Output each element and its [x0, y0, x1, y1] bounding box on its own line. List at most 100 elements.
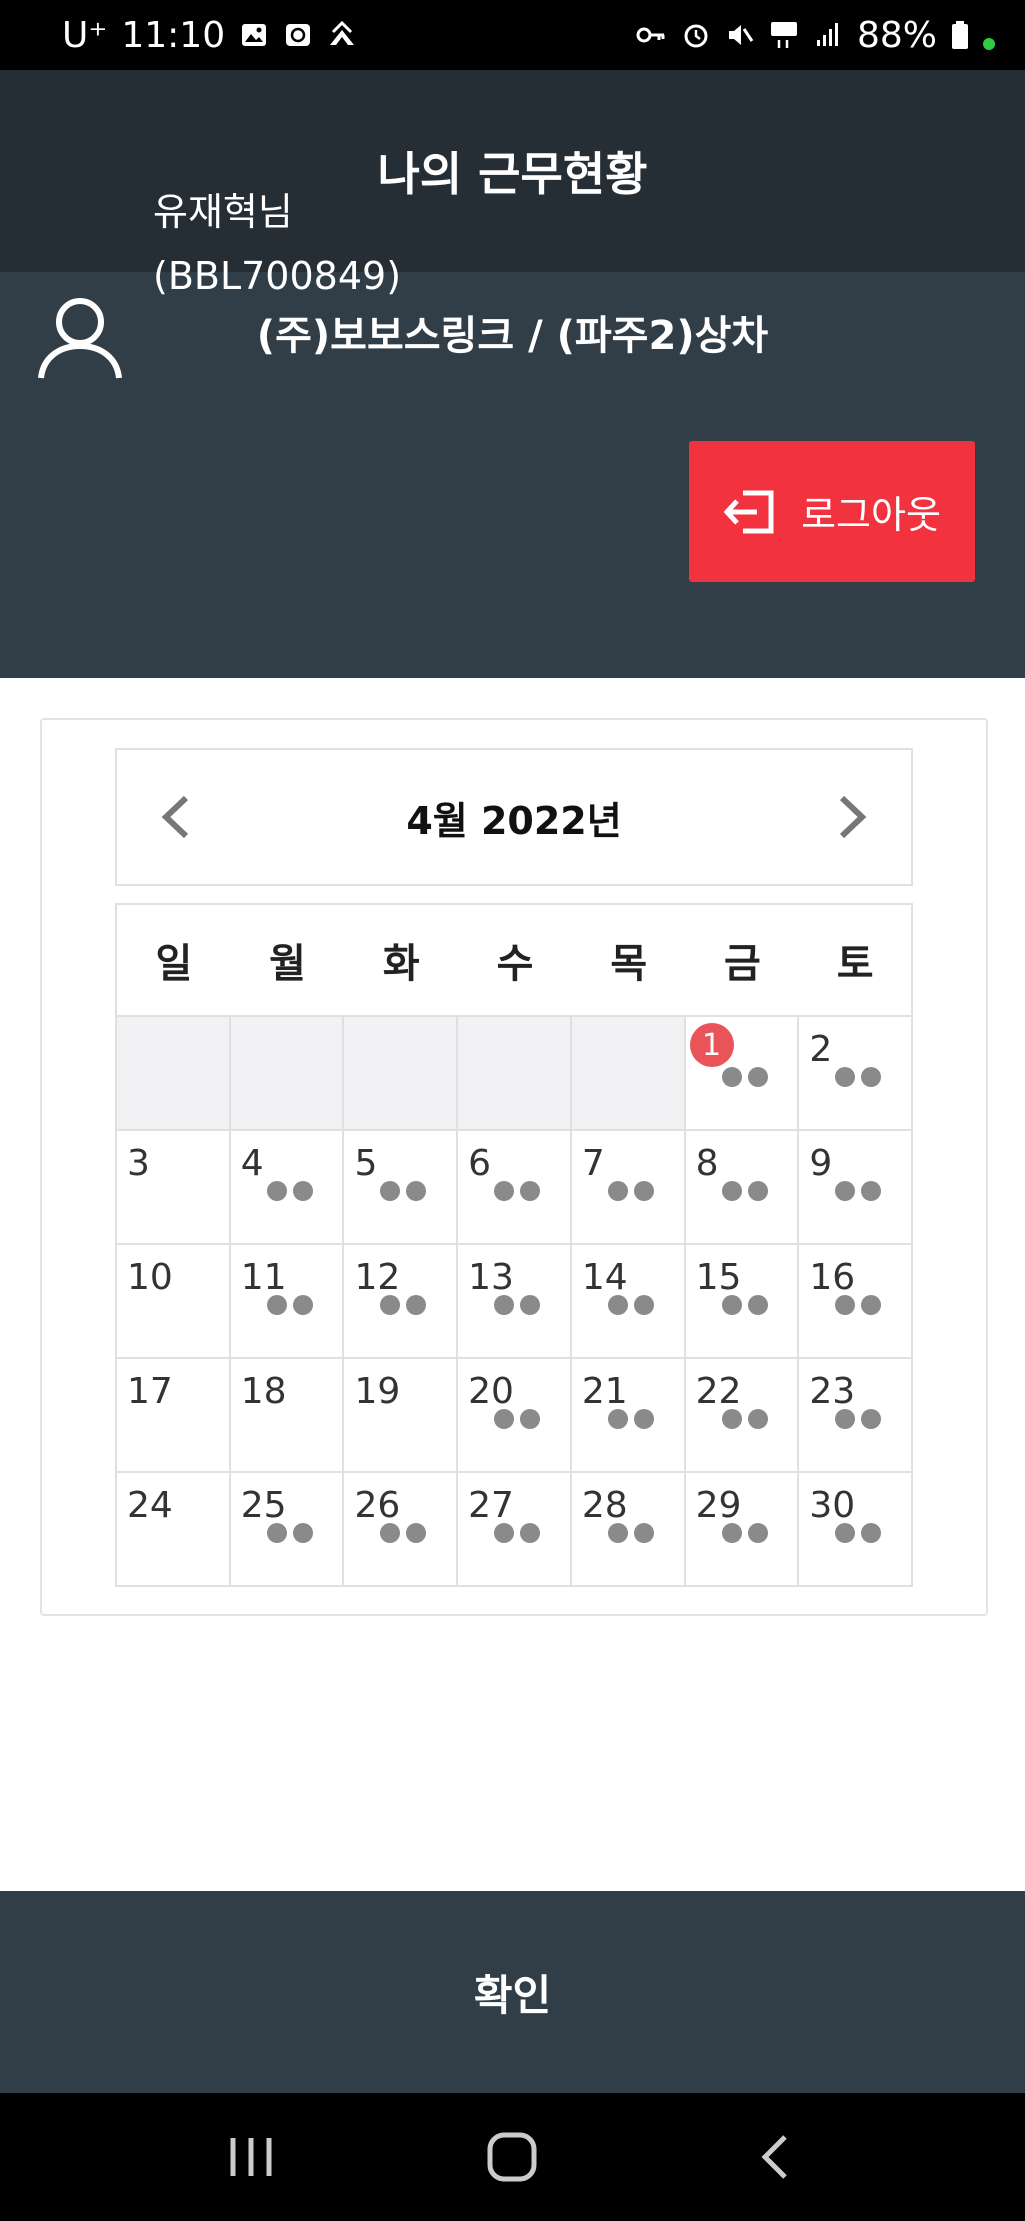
calendar-day[interactable]: 8: [685, 1131, 800, 1245]
attendance-dot: [747, 1295, 768, 1315]
calendar-day[interactable]: 27: [458, 1473, 572, 1587]
day-number: 12: [354, 1257, 401, 1298]
weekday-mon: 월: [269, 941, 306, 987]
attendance-dot: [607, 1181, 628, 1201]
confirm-button[interactable]: 확인: [0, 1891, 1025, 2093]
attendance-dots: [266, 1523, 313, 1543]
calendar-day[interactable]: 4: [230, 1131, 345, 1245]
calendar-day[interactable]: 20: [458, 1359, 572, 1473]
attendance-dot: [292, 1523, 313, 1543]
day-number: 4: [240, 1143, 264, 1184]
user-info: 유재혁님 (BBL700849): [153, 180, 401, 308]
day-number: 20: [468, 1371, 514, 1412]
calendar-day[interactable]: 19: [344, 1359, 459, 1473]
next-month-button[interactable]: [823, 787, 883, 847]
weekday-wed: 수: [496, 941, 534, 987]
attendance-dot: [861, 1181, 882, 1201]
attendance-dots: [494, 1409, 541, 1429]
attendance-dots: [721, 1295, 768, 1315]
attendance-dot: [266, 1523, 287, 1543]
attendance-dot: [747, 1181, 768, 1201]
day-number: 28: [581, 1485, 628, 1526]
attendance-dot: [380, 1523, 401, 1543]
calendar-day[interactable]: 16: [799, 1245, 914, 1359]
carrier-label: U⁺: [62, 14, 108, 56]
calendar-day[interactable]: 18: [230, 1359, 345, 1473]
calendar-day[interactable]: 9: [799, 1131, 914, 1245]
calendar-day[interactable]: 21: [571, 1359, 686, 1473]
calendar-day[interactable]: 6: [458, 1131, 572, 1245]
home-icon: [487, 2132, 537, 2182]
back-button[interactable]: [734, 2117, 814, 2197]
attendance-dot: [861, 1523, 882, 1543]
attendance-dots: [380, 1295, 427, 1315]
attendance-dot: [406, 1295, 427, 1315]
attendance-dots: [494, 1523, 541, 1543]
calendar-empty-cell: [230, 1017, 345, 1131]
prev-month-button[interactable]: [145, 787, 205, 847]
attendance-dot: [835, 1409, 856, 1429]
attendance-dot: [633, 1181, 654, 1201]
attendance-dot: [721, 1067, 742, 1087]
attendance-dot: [380, 1295, 401, 1315]
calendar-day[interactable]: 22: [685, 1359, 800, 1473]
privacy-indicator: [983, 38, 995, 50]
logout-label: 로그아웃: [801, 493, 941, 537]
calendar-day[interactable]: 14: [571, 1245, 686, 1359]
weekday-fri: 금: [724, 941, 761, 987]
calendar-day[interactable]: 3: [117, 1131, 231, 1245]
weekday-tue: 화: [382, 941, 420, 987]
alarm-icon: [684, 24, 708, 48]
calendar-day[interactable]: 15: [685, 1245, 800, 1359]
calendar-day[interactable]: 17: [117, 1359, 231, 1473]
attendance-dots: [835, 1523, 882, 1543]
attendance-dot: [266, 1295, 287, 1315]
attendance-dots: [494, 1295, 541, 1315]
calendar-day[interactable]: 30: [799, 1473, 914, 1587]
attendance-dot: [721, 1181, 742, 1201]
battery-icon: [952, 21, 968, 49]
home-button[interactable]: [472, 2117, 552, 2197]
attendance-dot: [494, 1295, 515, 1315]
weekday-sun: 일: [155, 941, 193, 987]
attendance-dot: [835, 1295, 856, 1315]
attendance-dots: [721, 1181, 768, 1201]
day-number: 14: [581, 1257, 628, 1298]
user-id: (BBL700849): [153, 254, 402, 298]
calendar-day[interactable]: 29: [685, 1473, 800, 1587]
attendance-dots: [494, 1181, 541, 1201]
cell-signal-icon: [816, 23, 838, 46]
attendance-dots: [380, 1181, 427, 1201]
calendar-day[interactable]: 26: [344, 1473, 459, 1587]
calendar-day[interactable]: 24: [117, 1473, 231, 1587]
calendar-day[interactable]: 5: [344, 1131, 459, 1245]
today-badge: 1: [689, 1023, 734, 1067]
calendar-day[interactable]: 25: [230, 1473, 345, 1587]
calendar-day[interactable]: 7: [571, 1131, 686, 1245]
recent-apps-button[interactable]: [211, 2117, 291, 2197]
calendar-day[interactable]: 28: [571, 1473, 686, 1587]
attendance-dots: [721, 1523, 768, 1543]
calendar-day[interactable]: 13: [458, 1245, 572, 1359]
calendar-day[interactable]: 1: [685, 1017, 800, 1131]
attendance-dot: [292, 1181, 313, 1201]
calendar-week: 17 18 19 20 21 22 23: [117, 1359, 914, 1473]
gallery-icon: [242, 24, 267, 46]
logout-button[interactable]: 로그아웃: [689, 441, 975, 582]
day-number: 11: [240, 1257, 287, 1298]
day-number: 18: [240, 1371, 287, 1412]
attendance-dot: [747, 1523, 768, 1543]
calendar-day[interactable]: 11: [230, 1245, 345, 1359]
attendance-dot: [406, 1523, 427, 1543]
calendar-day[interactable]: 2: [799, 1017, 914, 1131]
calendar-day[interactable]: 10: [117, 1245, 231, 1359]
day-number: 29: [695, 1485, 742, 1526]
attendance-dots: [607, 1523, 654, 1543]
calendar-day[interactable]: 23: [799, 1359, 914, 1473]
chevron-right-icon: [839, 795, 867, 839]
calendar-day[interactable]: 12: [344, 1245, 459, 1359]
attendance-dot: [607, 1523, 628, 1543]
recent-apps-icon: [230, 2138, 272, 2176]
calendar-week: 12: [117, 1017, 914, 1131]
attendance-dot: [406, 1181, 427, 1201]
